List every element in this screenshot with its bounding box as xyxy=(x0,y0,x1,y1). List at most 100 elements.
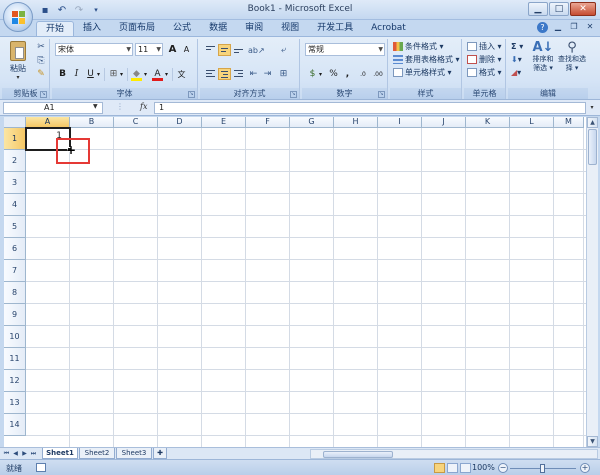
tab-7[interactable]: 开发工具 xyxy=(308,21,362,36)
close-button[interactable]: ✕ xyxy=(570,2,596,16)
currency-dropdown-icon[interactable]: ▾ xyxy=(317,68,324,81)
clear-button[interactable]: ◢▾ xyxy=(511,67,521,79)
vertical-scrollbar[interactable]: ▲ ▼ xyxy=(586,117,598,447)
column-header-C[interactable]: C xyxy=(114,117,158,128)
delete-cells-button[interactable]: 删除 ▾ xyxy=(467,54,502,66)
merge-center-icon[interactable]: ⊞ xyxy=(277,68,290,81)
tab-1[interactable]: 插入 xyxy=(74,21,110,36)
chevron-down-icon[interactable]: ▼ xyxy=(93,103,98,110)
copy-icon[interactable]: ⎘ xyxy=(35,55,47,67)
autosum-button[interactable]: Σ ▾ xyxy=(511,41,523,53)
align-right-icon[interactable] xyxy=(232,68,245,80)
formula-input[interactable]: 1 xyxy=(154,102,586,114)
help-icon[interactable]: ? xyxy=(537,22,548,33)
wrap-text-icon[interactable]: ⤶ xyxy=(277,44,290,57)
column-header-F[interactable]: F xyxy=(246,117,290,128)
paste-button[interactable]: 粘贴 ▾ xyxy=(7,41,29,81)
last-sheet-icon[interactable]: ⏭ xyxy=(29,449,38,459)
insert-sheet-icon[interactable]: ✚ xyxy=(153,448,167,459)
align-top-icon[interactable] xyxy=(204,44,217,56)
grow-font-button[interactable]: A xyxy=(166,43,179,56)
row-header-12[interactable]: 12 xyxy=(4,370,26,392)
workbook-minimize-icon[interactable]: ▁ xyxy=(552,22,564,33)
maximize-button[interactable]: □ xyxy=(549,2,569,16)
workbook-close-icon[interactable]: ✕ xyxy=(584,22,596,33)
fill-color-dropdown-icon[interactable]: ▾ xyxy=(142,68,149,81)
font-size-combo[interactable]: 11 ▼ xyxy=(135,43,163,56)
column-header-I[interactable]: I xyxy=(378,117,422,128)
row-header-8[interactable]: 8 xyxy=(4,282,26,304)
row-header-5[interactable]: 5 xyxy=(4,216,26,238)
macro-record-icon[interactable] xyxy=(36,463,46,472)
scroll-up-icon[interactable]: ▲ xyxy=(587,117,598,128)
row-header-7[interactable]: 7 xyxy=(4,260,26,282)
tab-2[interactable]: 页面布局 xyxy=(110,21,164,36)
font-color-dropdown-icon[interactable]: ▾ xyxy=(163,68,170,81)
increase-decimal-button[interactable]: .0 xyxy=(356,68,370,81)
vertical-scroll-thumb[interactable] xyxy=(588,129,597,165)
tab-6[interactable]: 视图 xyxy=(272,21,308,36)
table-format-button[interactable]: 套用表格格式 ▾ xyxy=(393,54,460,66)
format-cells-button[interactable]: 格式 ▾ xyxy=(467,67,502,79)
worksheet-grid[interactable]: ABCDEFGHIJKLM 1 2 3 4 5 6 7 8 9 10 11 12 13 14 1 + xyxy=(4,117,586,447)
shrink-font-button[interactable]: A xyxy=(180,43,193,56)
align-left-icon[interactable] xyxy=(204,68,217,80)
align-bottom-icon[interactable] xyxy=(232,44,245,56)
tab-0[interactable]: 开始 xyxy=(36,21,75,36)
first-sheet-icon[interactable]: ⏮ xyxy=(2,449,11,459)
tab-3[interactable]: 公式 xyxy=(164,21,200,36)
insert-function-button[interactable]: fx xyxy=(140,102,147,111)
row-header-9[interactable]: 9 xyxy=(4,304,26,326)
align-center-icon[interactable] xyxy=(218,68,231,80)
cell-styles-button[interactable]: 单元格样式 ▾ xyxy=(393,67,452,79)
phonetic-button[interactable]: 文 xyxy=(175,68,188,81)
sheet-tab-1[interactable]: Sheet1 xyxy=(42,448,78,459)
underline-dropdown-icon[interactable]: ▾ xyxy=(95,68,102,81)
tab-4[interactable]: 数据 xyxy=(200,21,236,36)
percent-button[interactable]: % xyxy=(327,68,340,81)
increase-indent-icon[interactable]: ⇥ xyxy=(261,68,274,81)
zoom-level[interactable]: 100% xyxy=(472,463,495,472)
column-header-G[interactable]: G xyxy=(290,117,334,128)
row-header-1[interactable]: 1 xyxy=(4,128,26,150)
conditional-format-button[interactable]: 条件格式 ▾ xyxy=(393,41,444,53)
decrease-indent-icon[interactable]: ⇤ xyxy=(247,68,260,81)
column-header-M[interactable]: M xyxy=(554,117,584,128)
page-layout-view-icon[interactable] xyxy=(447,463,458,473)
minimize-button[interactable]: ▁ xyxy=(528,2,548,16)
row-header-3[interactable]: 3 xyxy=(4,172,26,194)
sheet-tab-3[interactable]: Sheet3 xyxy=(116,448,152,459)
column-header-E[interactable]: E xyxy=(202,117,246,128)
select-all-button[interactable] xyxy=(4,117,26,128)
row-header-2[interactable]: 2 xyxy=(4,150,26,172)
row-header-6[interactable]: 6 xyxy=(4,238,26,260)
find-select-button[interactable]: ⚲ 查找和选择 ▾ xyxy=(558,41,586,73)
horizontal-scroll-thumb[interactable] xyxy=(323,451,393,458)
tab-5[interactable]: 审阅 xyxy=(236,21,272,36)
office-button[interactable] xyxy=(3,2,33,32)
next-sheet-icon[interactable]: ▶ xyxy=(20,449,29,459)
column-header-D[interactable]: D xyxy=(158,117,202,128)
font-name-combo[interactable]: 宋体 ▼ xyxy=(55,43,133,56)
zoom-slider-thumb[interactable] xyxy=(540,464,545,473)
page-break-view-icon[interactable] xyxy=(460,463,471,473)
dialog-launcher-icon[interactable]: ↘ xyxy=(290,91,297,98)
decrease-decimal-button[interactable]: .00 xyxy=(370,68,386,81)
column-header-B[interactable]: B xyxy=(70,117,114,128)
column-header-K[interactable]: K xyxy=(466,117,510,128)
column-header-H[interactable]: H xyxy=(334,117,378,128)
row-header-14[interactable]: 14 xyxy=(4,414,26,436)
bold-button[interactable]: B xyxy=(56,68,69,81)
insert-cells-button[interactable]: 插入 ▾ xyxy=(467,41,502,53)
row-header-4[interactable]: 4 xyxy=(4,194,26,216)
sort-filter-button[interactable]: A↓ 排序和筛选 ▾ xyxy=(530,41,556,73)
expand-formula-icon[interactable]: ▾ xyxy=(587,102,597,114)
border-dropdown-icon[interactable]: ▾ xyxy=(118,68,125,81)
align-middle-icon[interactable] xyxy=(218,44,231,56)
row-header-11[interactable]: 11 xyxy=(4,348,26,370)
dialog-launcher-icon[interactable]: ↘ xyxy=(40,91,47,98)
dialog-launcher-icon[interactable]: ↘ xyxy=(188,91,195,98)
sheet-tab-2[interactable]: Sheet2 xyxy=(79,448,115,459)
column-header-L[interactable]: L xyxy=(510,117,554,128)
normal-view-icon[interactable] xyxy=(434,463,445,473)
